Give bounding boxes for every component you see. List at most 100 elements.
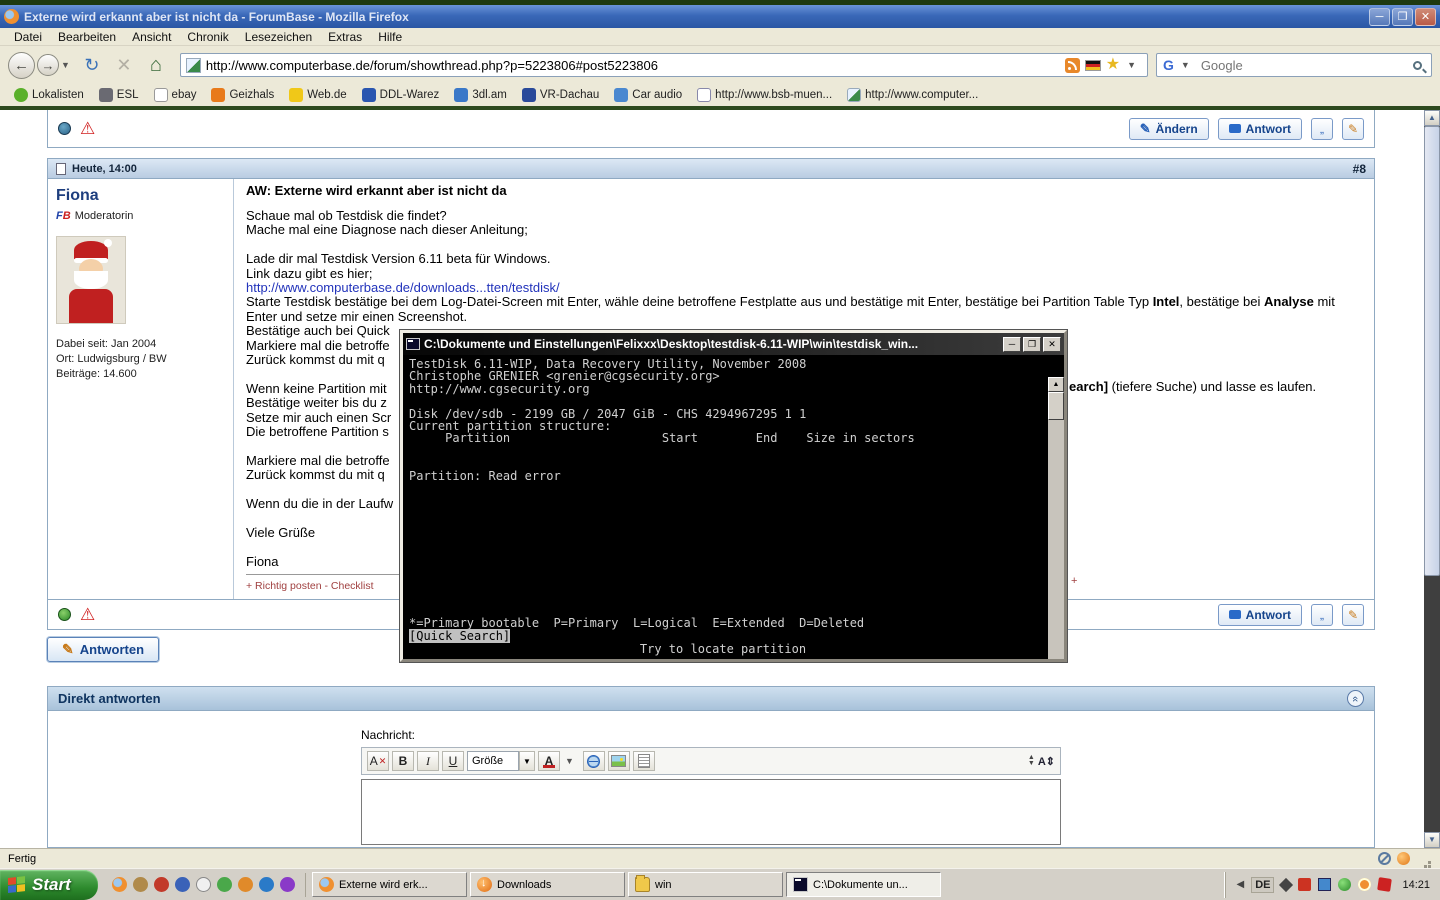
tray-icon[interactable] bbox=[1279, 877, 1294, 892]
edit-button[interactable]: ✎ Ändern bbox=[1128, 117, 1209, 140]
search-box[interactable]: G ▼ bbox=[1156, 53, 1432, 77]
bookmark-star-icon[interactable]: ★ bbox=[1106, 57, 1120, 73]
multiquote-button[interactable]: „ bbox=[1311, 117, 1333, 140]
collapse-button[interactable]: « bbox=[1347, 690, 1364, 707]
task-button-firefox[interactable]: Externe wird erk... bbox=[312, 872, 467, 897]
search-magnifier-icon[interactable] bbox=[1413, 60, 1422, 70]
multiquote-button[interactable]: „ bbox=[1311, 603, 1333, 626]
reply-textarea[interactable] bbox=[361, 779, 1061, 845]
quote-button[interactable]: ✎ bbox=[1342, 603, 1364, 626]
back-button[interactable]: ← bbox=[8, 51, 35, 79]
quick-launch-icon[interactable] bbox=[259, 877, 274, 892]
report-warning-icon[interactable]: ⚠ bbox=[80, 606, 95, 623]
menu-item-bearbeiten[interactable]: Bearbeiten bbox=[50, 29, 124, 45]
url-input[interactable] bbox=[205, 57, 1060, 73]
italic-button[interactable]: I bbox=[417, 751, 439, 771]
url-bar[interactable]: ★ ▼ bbox=[179, 53, 1148, 77]
tray-network-icon[interactable] bbox=[1318, 878, 1332, 891]
font-color-button[interactable]: A bbox=[538, 751, 560, 771]
resize-grip[interactable] bbox=[1420, 853, 1432, 865]
quick-launch-firefox-icon[interactable] bbox=[112, 877, 127, 892]
bookmark-item-caraudio[interactable]: Car audio bbox=[608, 87, 688, 103]
editor-fontsize-icon[interactable]: A⇕ bbox=[1038, 755, 1055, 768]
bookmark-item-esl[interactable]: ESL bbox=[93, 87, 145, 103]
reply-button[interactable]: Antwort bbox=[1217, 117, 1302, 140]
remove-format-button[interactable]: A ✕ bbox=[367, 751, 389, 771]
menu-item-datei[interactable]: Datei bbox=[6, 29, 50, 45]
tray-icon[interactable] bbox=[1298, 878, 1312, 891]
bookmark-item-geizhals[interactable]: Geizhals bbox=[205, 87, 280, 103]
minimize-button[interactable]: ─ bbox=[1369, 7, 1390, 26]
bookmark-item-lokalisten[interactable]: Lokalisten bbox=[8, 87, 90, 103]
report-warning-icon[interactable]: ⚠ bbox=[80, 120, 95, 137]
close-button[interactable]: ✕ bbox=[1415, 7, 1436, 26]
proxy-status-icon[interactable] bbox=[1397, 852, 1410, 865]
console-selected-option[interactable]: [Quick Search] bbox=[409, 628, 511, 643]
underline-button[interactable]: U bbox=[442, 751, 464, 771]
stop-button[interactable]: ✕ bbox=[111, 52, 137, 78]
insert-link-button[interactable] bbox=[582, 751, 605, 771]
console-minimize-button[interactable]: ─ bbox=[1003, 336, 1021, 352]
scroll-down-icon[interactable]: ▼ bbox=[1424, 832, 1440, 848]
insert-image-button[interactable] bbox=[607, 751, 630, 771]
author-name[interactable]: Fiona bbox=[56, 187, 225, 205]
browser-scrollbar[interactable]: ▲ ▼ bbox=[1424, 110, 1440, 848]
post-number[interactable]: #8 bbox=[1353, 162, 1366, 176]
bookmark-item-webde[interactable]: Web.de bbox=[283, 87, 352, 103]
maximize-button[interactable]: ❐ bbox=[1392, 7, 1413, 26]
bold-button[interactable]: B bbox=[392, 751, 414, 771]
task-button-downloads[interactable]: Downloads bbox=[470, 872, 625, 897]
bookmark-item-ddlwarez[interactable]: DDL-Warez bbox=[356, 87, 446, 103]
editor-resize-icon[interactable]: ▲ ▼ bbox=[1028, 754, 1035, 767]
flagfox-country-icon[interactable] bbox=[1084, 59, 1101, 71]
quick-launch-icon[interactable] bbox=[238, 877, 253, 892]
console-maximize-button[interactable]: ❐ bbox=[1023, 336, 1041, 352]
bookmark-item-3dlam[interactable]: 3dl.am bbox=[448, 87, 513, 103]
task-button-console[interactable]: C:\Dokumente un... bbox=[786, 872, 941, 897]
refresh-button[interactable]: ↻ bbox=[79, 52, 105, 78]
font-color-dropdown-icon[interactable]: ▼ bbox=[565, 756, 574, 766]
tray-icon[interactable] bbox=[1377, 877, 1393, 892]
console-scroll-up-icon[interactable]: ▲ bbox=[1048, 377, 1064, 392]
history-dropdown-icon[interactable]: ▼ bbox=[61, 60, 70, 70]
new-reply-button[interactable]: ✎ Antworten bbox=[47, 637, 160, 662]
forward-button[interactable]: → bbox=[37, 54, 59, 76]
console-client[interactable]: TestDisk 6.11-WIP, Data Recovery Utility… bbox=[403, 355, 1064, 659]
quick-launch-icon[interactable] bbox=[175, 877, 190, 892]
quick-launch-icon[interactable] bbox=[217, 877, 232, 892]
menu-item-hilfe[interactable]: Hilfe bbox=[370, 29, 410, 45]
quick-launch-icon[interactable] bbox=[280, 877, 295, 892]
console-scroll-thumb[interactable] bbox=[1048, 392, 1064, 420]
scroll-thumb[interactable] bbox=[1424, 126, 1440, 576]
home-button[interactable]: ⌂ bbox=[143, 52, 169, 78]
search-input[interactable] bbox=[1200, 57, 1408, 73]
console-window[interactable]: C:\Dokumente und Einstellungen\Felixxx\D… bbox=[400, 330, 1067, 662]
menu-item-ansicht[interactable]: Ansicht bbox=[124, 29, 179, 45]
bookmark-item-vrdachau[interactable]: VR-Dachau bbox=[516, 87, 605, 103]
tray-icon[interactable] bbox=[1338, 878, 1352, 891]
adblock-status-icon[interactable] bbox=[1378, 852, 1391, 865]
bookmark-item-computerbase[interactable]: http://www.computer... bbox=[841, 87, 984, 103]
rss-feed-icon[interactable] bbox=[1064, 57, 1080, 73]
console-scrollbar[interactable]: ▲ ▼ bbox=[1048, 377, 1064, 659]
size-dropdown[interactable]: Größe ▼ bbox=[467, 751, 535, 771]
console-titlebar[interactable]: C:\Dokumente und Einstellungen\Felixxx\D… bbox=[403, 333, 1064, 355]
quick-launch-icon[interactable] bbox=[133, 877, 148, 892]
start-button[interactable]: Start bbox=[0, 869, 98, 900]
bookmark-item-ebay[interactable]: ebay bbox=[148, 87, 203, 103]
quick-launch-icon[interactable] bbox=[154, 877, 169, 892]
menu-item-chronik[interactable]: Chronik bbox=[179, 29, 236, 45]
scroll-up-icon[interactable]: ▲ bbox=[1424, 110, 1440, 126]
search-engine-dropdown-icon[interactable]: ▼ bbox=[1181, 60, 1190, 70]
menu-item-lesezeichen[interactable]: Lesezeichen bbox=[237, 29, 320, 45]
tray-chevron-icon[interactable]: ◀ bbox=[1236, 879, 1244, 890]
console-close-button[interactable]: ✕ bbox=[1043, 336, 1061, 352]
tray-clock[interactable]: 14:21 bbox=[1402, 879, 1430, 891]
menu-item-extras[interactable]: Extras bbox=[320, 29, 370, 45]
post-link[interactable]: http://www.computerbase.de/downloads...t… bbox=[246, 280, 560, 295]
tray-icon[interactable] bbox=[1358, 878, 1372, 891]
quote-button[interactable]: ✎ bbox=[1342, 117, 1364, 140]
size-dropdown-arrow-icon[interactable]: ▼ bbox=[519, 751, 535, 771]
quick-launch-info-icon[interactable] bbox=[196, 877, 211, 892]
url-dropdown-icon[interactable]: ▼ bbox=[1127, 60, 1136, 70]
